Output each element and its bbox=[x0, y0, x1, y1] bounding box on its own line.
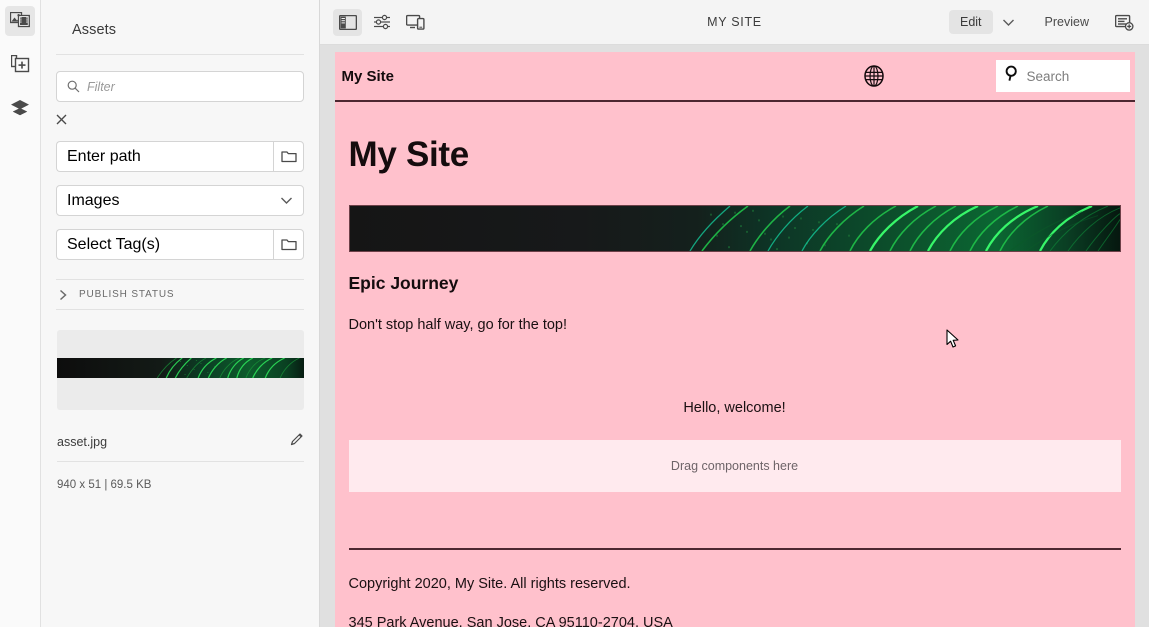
asset-type-select[interactable]: Images bbox=[56, 185, 304, 216]
tags-placeholder: Select Tag(s) bbox=[67, 235, 161, 253]
filter-field: Filter bbox=[56, 71, 304, 102]
app-root: Assets Filter Enter path Images Select T… bbox=[0, 0, 1149, 627]
site-header: My Site Search bbox=[334, 52, 1135, 102]
filter-placeholder: Filter bbox=[87, 79, 115, 94]
asset-name-row: asset.jpg bbox=[57, 432, 304, 462]
editor-toolbar: MY SITE Edit Preview bbox=[320, 0, 1149, 45]
panel-divider bbox=[56, 54, 304, 55]
hero-title: My Site bbox=[348, 135, 470, 174]
path-field: Enter path bbox=[56, 141, 304, 172]
clear-filter-button[interactable] bbox=[56, 110, 76, 128]
drag-components-dropzone[interactable]: Drag components here bbox=[348, 440, 1121, 492]
sidebar-toggle-icon[interactable] bbox=[333, 8, 362, 36]
canvas-backdrop: My Site Search My Site Epic Journey Don'… bbox=[320, 45, 1149, 627]
device-preview-icon[interactable] bbox=[401, 9, 430, 36]
site-search-input[interactable]: Search bbox=[995, 60, 1130, 92]
layers-rail-icon[interactable] bbox=[5, 92, 35, 122]
path-browse-button[interactable] bbox=[273, 141, 304, 172]
section-title: Epic Journey bbox=[348, 273, 459, 293]
preview-button[interactable]: Preview bbox=[1035, 10, 1099, 34]
hero-banner-image[interactable] bbox=[348, 205, 1121, 252]
site-canvas: My Site Search My Site Epic Journey Don'… bbox=[334, 52, 1135, 627]
tags-input[interactable]: Select Tag(s) bbox=[56, 229, 273, 260]
footer-copyright: Copyright 2020, My Site. All rights rese… bbox=[348, 576, 631, 592]
asset-meta: 940 x 51 | 69.5 KB bbox=[57, 479, 152, 491]
assets-rail-icon[interactable] bbox=[5, 6, 35, 36]
footer-address: 345 Park Avenue, San Jose, CA 95110-2704… bbox=[348, 615, 673, 627]
asset-card: asset.jpg 940 x 51 | 69.5 KB bbox=[57, 330, 304, 491]
chevron-right-icon bbox=[59, 289, 67, 301]
left-icon-rail bbox=[0, 0, 41, 627]
site-body: My Site Epic Journey Don't stop half way… bbox=[335, 102, 1135, 550]
path-input[interactable]: Enter path bbox=[56, 141, 273, 172]
asset-type-value: Images bbox=[67, 191, 120, 209]
section-text: Don't stop half way, go for the top! bbox=[348, 317, 568, 333]
globe-icon[interactable] bbox=[862, 64, 886, 88]
publish-status-accordion[interactable]: PUBLISH STATUS bbox=[56, 279, 304, 310]
panel-title: Assets bbox=[72, 22, 117, 38]
edit-mode-button[interactable]: Edit bbox=[948, 10, 993, 34]
editor-area: MY SITE Edit Preview My Site Search My S… bbox=[320, 0, 1149, 627]
welcome-text: Hello, welcome! bbox=[683, 400, 786, 416]
publish-status-label: PUBLISH STATUS bbox=[79, 289, 175, 300]
sliders-icon[interactable] bbox=[367, 9, 396, 36]
folder-icon bbox=[280, 151, 297, 163]
site-search-icon bbox=[1004, 65, 1021, 87]
folder-icon bbox=[280, 239, 297, 251]
site-footer: Copyright 2020, My Site. All rights rese… bbox=[335, 550, 1135, 627]
asset-file-name: asset.jpg bbox=[57, 434, 108, 449]
edit-pencil-icon[interactable] bbox=[290, 432, 304, 451]
page-annotate-icon[interactable] bbox=[1109, 9, 1139, 36]
edit-mode-chevron-down-icon[interactable] bbox=[995, 9, 1023, 35]
site-brand: My Site bbox=[341, 67, 395, 85]
toolbar-right-group: Edit Preview bbox=[948, 9, 1139, 36]
chevron-down-icon bbox=[280, 192, 293, 210]
asset-thumbnail[interactable] bbox=[57, 330, 304, 410]
components-rail-icon[interactable] bbox=[5, 49, 35, 79]
close-icon bbox=[56, 114, 67, 124]
filter-input[interactable]: Filter bbox=[56, 71, 304, 102]
asset-thumbnail-image bbox=[57, 357, 304, 379]
search-icon bbox=[67, 80, 80, 93]
path-placeholder: Enter path bbox=[67, 147, 141, 165]
tags-field: Select Tag(s) bbox=[56, 229, 304, 260]
tags-browse-button[interactable] bbox=[273, 229, 304, 260]
assets-panel: Assets Filter Enter path Images Select T… bbox=[41, 0, 320, 627]
site-search-placeholder: Search bbox=[1026, 68, 1070, 84]
